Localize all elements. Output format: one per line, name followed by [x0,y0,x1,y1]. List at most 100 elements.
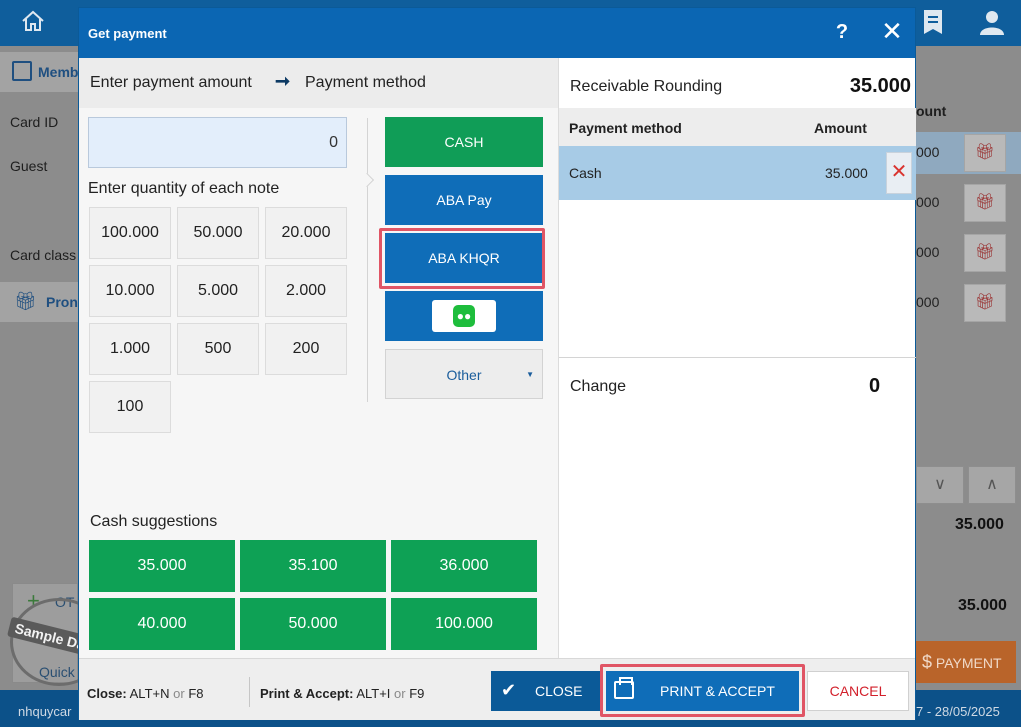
note-button[interactable]: 5.000 [177,265,259,317]
guest-label: Guest [10,158,48,174]
method-cash[interactable]: CASH [385,117,543,167]
gift-icon[interactable]: 🎁︎ [964,284,1006,322]
col-payment-method: Payment method [569,120,682,136]
payment-button[interactable]: $ PAYMENT [916,641,1016,683]
note-button[interactable]: 200 [265,323,347,375]
cash-suggestion-button[interactable]: 36.000 [391,540,537,592]
receipt-icon[interactable] [918,8,948,38]
cash-suggestion-button[interactable]: 100.000 [391,598,537,650]
scroll-up-button[interactable]: ∧ [968,466,1016,504]
receivable-label: Receivable Rounding [570,78,723,95]
help-button[interactable]: ? [829,19,855,45]
user-icon[interactable] [977,8,1007,38]
dialog-header: Get payment ? ✕ [79,8,915,58]
status-username: nhquycar [18,704,72,719]
total-value: 35.000 [958,597,1007,614]
member-label: Memb [38,64,79,80]
note-button[interactable]: 1.000 [89,323,171,375]
list-item[interactable]: 000 🎁︎ [916,132,1021,174]
row-amount: 35.000 [825,165,868,181]
cash-suggestion-button[interactable]: 35.100 [240,540,386,592]
note-button[interactable]: 500 [177,323,259,375]
method-wechat[interactable]: ●● [385,291,543,341]
print-hotkey-hint: Print & Accept: ALT+I or F9 [260,686,424,701]
amount-input[interactable] [88,117,347,168]
note-button[interactable]: 100 [89,381,171,433]
change-value: 0 [869,375,881,397]
subtotal-value: 35.000 [955,516,1004,533]
dollar-icon: $ [922,652,933,672]
column-divider [367,118,368,402]
method-aba-khqr[interactable]: ABA KHQR [385,233,543,283]
step-enter-amount: Enter payment amount [90,74,252,91]
row-amount: 000 [916,144,940,160]
change-divider [559,357,916,358]
receivable-value: 35.000 [849,75,911,97]
promo-panel: 🎁︎ Pron [0,282,78,322]
scroll-down-button[interactable]: ∨ [916,466,964,504]
status-date: 7 - 28/05/2025 [916,704,1000,719]
print-hotkey-key2: F9 [409,686,425,701]
close-icon[interactable]: ✕ [879,18,905,45]
cash-suggestion-button[interactable]: 50.000 [240,598,386,650]
gift-icon[interactable]: 🎁︎ [964,234,1006,272]
hotkey-separator [249,677,250,707]
close-hotkey-key2: F8 [188,686,204,701]
note-button[interactable]: 50.000 [177,207,259,259]
dialog-footer: Close: ALT+N or F8 Print & Accept: ALT+I… [79,658,915,720]
promo-label: Pron [46,294,78,310]
print-hotkey-key1: ALT+I [356,686,391,701]
card-class-label: Card class [10,247,77,263]
cash-suggestions-label: Cash suggestions [90,513,218,530]
printer-icon [614,677,634,699]
divider-pointer [359,172,375,188]
print-accept-button[interactable]: PRINT & ACCEPT [606,671,799,711]
wechat-badge: ●● [432,300,496,332]
change-label: Change [570,378,627,395]
dialog-title: Get payment [88,26,167,41]
payment-entry-panel: Enter payment amount ➞ Payment method En… [79,58,558,658]
member-panel: Memb [0,52,78,92]
step-indicator: Enter payment amount ➞ Payment method [79,58,558,108]
check-icon: ✔ [501,680,517,700]
row-amount: 000 [916,244,940,260]
hotkey-or: or [173,686,185,701]
list-item[interactable]: 000 🎁︎ [916,232,1021,274]
card-id-label: Card ID [10,114,59,130]
close-hotkey-label: Close: [87,686,127,701]
gift-icon[interactable]: 🎁︎ [964,184,1006,222]
list-column-header: ount [916,103,947,119]
method-aba-pay[interactable]: ABA Pay [385,175,543,225]
note-button[interactable]: 10.000 [89,265,171,317]
payment-summary-panel: Receivable Rounding 35.000 Payment metho… [558,58,916,658]
step-payment-method: Payment method [305,74,426,91]
close-button[interactable]: ✔ CLOSE [491,671,601,711]
gift-icon: 🎁︎ [14,291,37,311]
close-button-label: CLOSE [535,683,583,699]
home-icon[interactable] [18,8,48,38]
print-accept-label: PRINT & ACCEPT [660,683,775,699]
row-amount: 000 [916,194,940,210]
note-button[interactable]: 100.000 [89,207,171,259]
list-item[interactable]: 000 🎁︎ [916,182,1021,224]
remove-payment-icon[interactable]: ✕ [886,152,912,194]
note-button[interactable]: 2.000 [265,265,347,317]
close-hotkey-hint: Close: ALT+N or F8 [87,686,203,701]
method-other-dropdown[interactable]: Other ▼ [385,349,543,399]
cash-suggestion-button[interactable]: 40.000 [89,598,235,650]
quantity-label: Enter quantity of each note [88,180,280,197]
get-payment-dialog: Get payment ? ✕ Enter payment amount ➞ P… [78,7,916,720]
table-row[interactable]: Cash 35.000 ✕ [559,146,916,200]
gift-icon[interactable]: 🎁︎ [964,134,1006,172]
print-hotkey-label: Print & Accept: [260,686,354,701]
note-button[interactable]: 20.000 [265,207,347,259]
hotkey-or: or [394,686,406,701]
list-item[interactable]: 000 🎁︎ [916,282,1021,324]
cancel-button[interactable]: CANCEL [807,671,909,711]
member-card-icon [12,61,32,81]
payment-button-label: PAYMENT [935,655,1002,671]
close-hotkey-key1: ALT+N [129,686,170,701]
wechat-icon: ●● [453,305,475,327]
cash-suggestion-button[interactable]: 35.000 [89,540,235,592]
col-amount: Amount [814,120,867,136]
